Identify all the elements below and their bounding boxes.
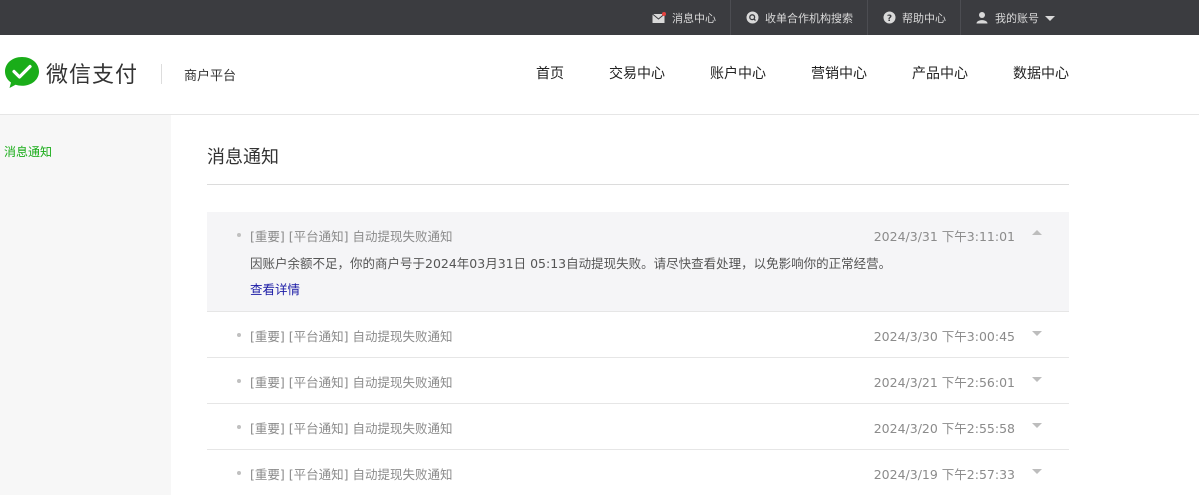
nav-home[interactable]: 首页 bbox=[536, 63, 564, 83]
bullet-icon bbox=[237, 471, 241, 475]
mail-icon bbox=[652, 11, 666, 25]
main-nav: 首页 交易中心 账户中心 营销中心 产品中心 数据中心 bbox=[491, 63, 1069, 83]
wechat-pay-logo[interactable]: 微信支付 bbox=[4, 56, 138, 90]
message-title: [重要] [平台通知] 自动提现失败通知 bbox=[250, 467, 453, 482]
message-item[interactable]: [重要] [平台通知] 自动提现失败通知 2024/3/21 下午2:56:01 bbox=[207, 358, 1069, 404]
title-divider bbox=[207, 184, 1069, 185]
expand-icon[interactable] bbox=[1032, 331, 1042, 336]
message-title: [重要] [平台通知] 自动提现失败通知 bbox=[250, 329, 453, 344]
main-header: 微信支付 商户平台 首页 交易中心 账户中心 营销中心 产品中心 数据中心 bbox=[0, 35, 1199, 115]
message-title: [重要] [平台通知] 自动提现失败通知 bbox=[250, 421, 453, 436]
nav-data[interactable]: 数据中心 bbox=[1013, 63, 1069, 83]
help-center-link[interactable]: ? 帮助中心 bbox=[867, 0, 960, 35]
nav-account[interactable]: 账户中心 bbox=[710, 63, 766, 83]
svg-text:?: ? bbox=[886, 14, 891, 24]
message-time: 2024/3/21 下午2:56:01 bbox=[873, 375, 1015, 390]
view-details-link[interactable]: 查看详情 bbox=[250, 279, 300, 298]
bullet-icon bbox=[237, 425, 241, 429]
help-icon: ? bbox=[882, 11, 896, 25]
message-title: [重要] [平台通知] 自动提现失败通知 bbox=[250, 229, 453, 244]
platform-title: 商户平台 bbox=[184, 69, 237, 84]
page-title: 消息通知 bbox=[207, 147, 279, 168]
acquirer-search-label: 收单合作机构搜索 bbox=[765, 11, 853, 25]
chevron-down-icon bbox=[1045, 16, 1055, 21]
message-time: 2024/3/20 下午2:55:58 bbox=[873, 421, 1015, 436]
wechat-pay-logo-icon bbox=[5, 57, 39, 88]
message-time: 2024/3/31 下午3:11:01 bbox=[873, 229, 1015, 244]
message-body: 因账户余额不足，你的商户号于2024年03月31日 05:13自动提现失败。请尽… bbox=[250, 256, 892, 271]
expand-icon[interactable] bbox=[1032, 377, 1042, 382]
acquirer-search-link[interactable]: 收单合作机构搜索 bbox=[730, 0, 867, 35]
help-center-label: 帮助中心 bbox=[902, 11, 946, 25]
message-item[interactable]: [重要] [平台通知] 自动提现失败通知 2024/3/20 下午2:55:58 bbox=[207, 404, 1069, 450]
message-center-link[interactable]: 消息中心 bbox=[638, 0, 730, 35]
message-time: 2024/3/30 下午3:00:45 bbox=[873, 329, 1015, 344]
message-time: 2024/3/19 下午2:57:33 bbox=[873, 467, 1015, 482]
message-title: [重要] [平台通知] 自动提现失败通知 bbox=[250, 375, 453, 390]
bullet-icon bbox=[237, 333, 241, 337]
top-links: 消息中心 收单合作机构搜索 ? 帮助中心 我的账号 bbox=[638, 0, 1069, 35]
expand-icon[interactable] bbox=[1032, 423, 1042, 428]
user-icon bbox=[975, 11, 989, 25]
sidebar: 消息通知 bbox=[0, 115, 171, 495]
message-center-label: 消息中心 bbox=[672, 11, 716, 25]
message-list: [重要] [平台通知] 自动提现失败通知 2024/3/31 下午3:11:01… bbox=[207, 212, 1069, 495]
bullet-icon bbox=[237, 233, 241, 237]
search-org-icon bbox=[745, 11, 759, 25]
expand-icon[interactable] bbox=[1032, 469, 1042, 474]
message-item[interactable]: [重要] [平台通知] 自动提现失败通知 2024/3/30 下午3:00:45 bbox=[207, 312, 1069, 358]
nav-marketing[interactable]: 营销中心 bbox=[811, 63, 867, 83]
bullet-icon bbox=[237, 379, 241, 383]
sidebar-item-notifications[interactable]: 消息通知 bbox=[4, 143, 52, 160]
header-divider bbox=[161, 64, 162, 84]
my-account-menu[interactable]: 我的账号 bbox=[960, 0, 1069, 35]
my-account-label: 我的账号 bbox=[995, 11, 1039, 25]
top-bar: 消息中心 收单合作机构搜索 ? 帮助中心 我的账号 bbox=[0, 0, 1199, 35]
nav-products[interactable]: 产品中心 bbox=[912, 63, 968, 83]
message-item[interactable]: [重要] [平台通知] 自动提现失败通知 2024/3/19 下午2:57:33 bbox=[207, 450, 1069, 495]
logo-text: 微信支付 bbox=[46, 63, 139, 88]
message-item[interactable]: [重要] [平台通知] 自动提现失败通知 2024/3/31 下午3:11:01… bbox=[207, 212, 1069, 312]
collapse-icon[interactable] bbox=[1032, 230, 1042, 235]
nav-transactions[interactable]: 交易中心 bbox=[609, 63, 665, 83]
